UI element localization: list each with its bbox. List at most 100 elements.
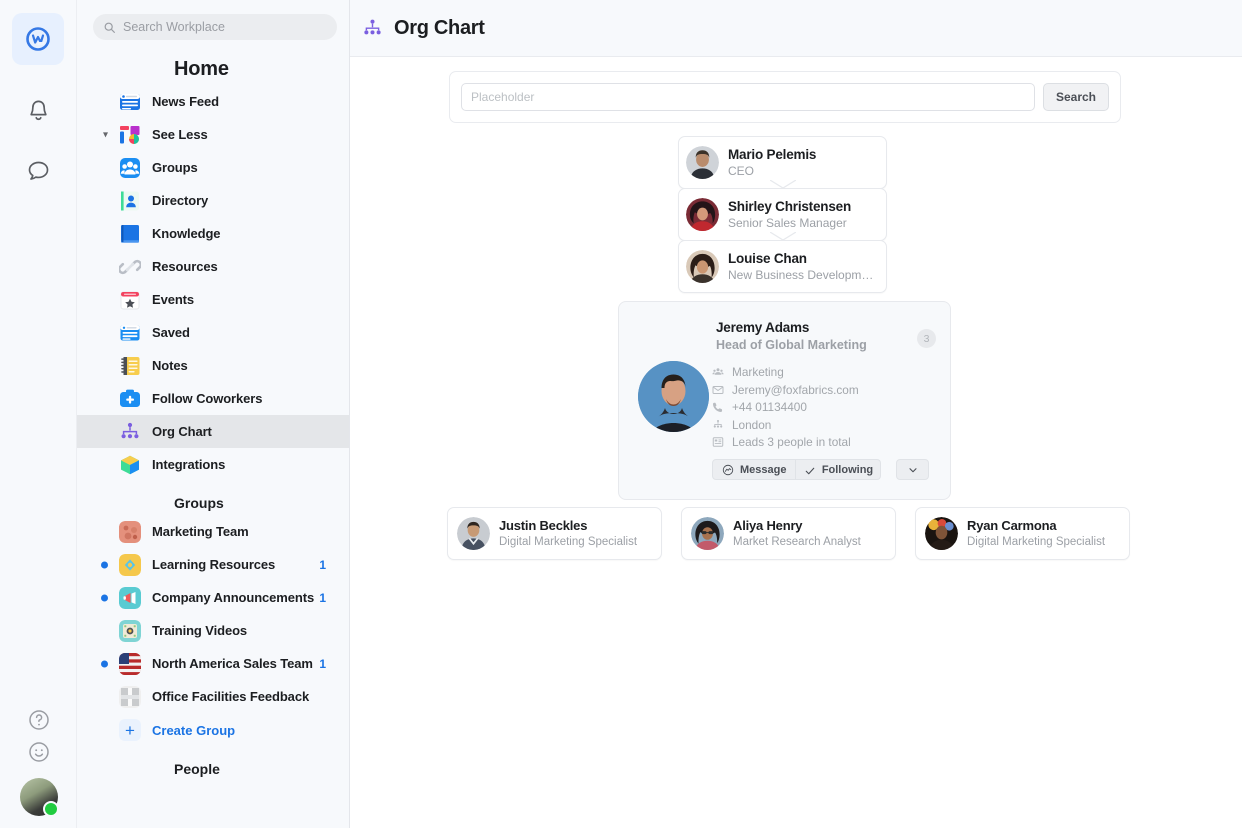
- person-role: Market Research Analyst: [733, 535, 861, 548]
- person-name: Shirley Christensen: [728, 198, 851, 214]
- org-chain-card[interactable]: Louise Chan New Business Developmen...: [678, 240, 887, 293]
- focus-action-row: Message Following: [712, 459, 930, 480]
- message-button[interactable]: Message: [712, 459, 797, 480]
- direct-report-card[interactable]: Aliya Henry Market Research Analyst: [681, 507, 896, 560]
- unread-count: 1: [319, 590, 326, 605]
- direct-report-card[interactable]: Ryan Carmona Digital Marketing Specialist: [915, 507, 1130, 560]
- sidebar-item-label: Directory: [152, 193, 209, 208]
- report-card-text: Ryan Carmona Digital Marketing Specialist: [967, 517, 1105, 549]
- sidebar-item-label: Resources: [152, 259, 218, 274]
- group-avatar-icon: [119, 619, 141, 642]
- chat-button[interactable]: [12, 145, 64, 197]
- sidebar-group-office-facilities-feedback[interactable]: Office Facilities Feedback: [77, 680, 349, 713]
- sidebar-item-label: Knowledge: [152, 226, 221, 241]
- notifications-button[interactable]: [12, 85, 64, 137]
- sidebar-group-label: Company Announcements: [152, 590, 315, 605]
- knowledge-icon: [121, 224, 139, 243]
- person-avatar: [457, 517, 490, 550]
- sidebar-item-notes[interactable]: Notes: [77, 349, 349, 382]
- smiley-icon[interactable]: [27, 740, 51, 764]
- detail-row: Jeremy@foxfabrics.com: [712, 382, 859, 399]
- detail-row: London: [712, 417, 859, 434]
- sidebar-item-resources[interactable]: Resources: [77, 250, 349, 283]
- detail-text: Jeremy@foxfabrics.com: [732, 382, 859, 397]
- sidebar-item-label: News Feed: [152, 94, 220, 109]
- sidebar-item-directory[interactable]: Directory: [77, 184, 349, 217]
- sidebar-item-follow-coworkers[interactable]: Follow Coworkers: [77, 382, 349, 415]
- person-name: Aliya Henry: [733, 518, 803, 534]
- more-actions-button[interactable]: [896, 459, 930, 480]
- sidebar-group-learning-resources[interactable]: Learning Resources 1: [77, 548, 349, 581]
- direct-report-card[interactable]: Justin Beckles Digital Marketing Speciali…: [447, 507, 662, 560]
- help-circle-icon[interactable]: [27, 708, 51, 732]
- org-chain-card[interactable]: Mario Pelemis CEO: [678, 136, 887, 189]
- unread-dot: [101, 594, 108, 601]
- check-icon: [805, 467, 815, 474]
- sidebar-group-label: Marketing Team: [152, 524, 249, 539]
- home-title: Home: [174, 58, 229, 80]
- detail-row: +44 01134400: [712, 399, 859, 416]
- detail-text: Leads 3 people in total: [732, 435, 851, 450]
- events-icon: [120, 291, 140, 309]
- notes-icon: [121, 356, 140, 375]
- person-role: Digital Marketing Specialist: [499, 535, 638, 548]
- sidebar-group-marketing-team[interactable]: Marketing Team: [77, 515, 349, 548]
- sidebar-item-saved[interactable]: Saved: [77, 316, 349, 349]
- focus-person-avatar: [638, 361, 709, 432]
- person-avatar: [686, 198, 719, 231]
- email-icon: [712, 385, 724, 394]
- search-input[interactable]: Search Workplace: [93, 14, 337, 40]
- sidebar-group-training-videos[interactable]: Training Videos: [77, 614, 349, 647]
- location-icon: [713, 419, 723, 428]
- org-chain-card[interactable]: Shirley Christensen Senior Sales Manager: [678, 188, 887, 241]
- workplace-logo-button[interactable]: [12, 13, 64, 65]
- unread-count: 1: [319, 557, 326, 572]
- person-name: Mario Pelemis: [728, 146, 817, 162]
- sidebar-group-company-announcements[interactable]: Company Announcements 1: [77, 581, 349, 614]
- app-root: Search Workplace Home News Feed ▾ See Less…: [0, 0, 1242, 828]
- org-search-panel: Placeholder Search: [449, 71, 1121, 123]
- following-label: Following: [821, 464, 874, 476]
- person-role: CEO: [728, 163, 755, 178]
- org-chart-icon: [121, 422, 139, 438]
- org-chart-body: Placeholder Search Mario Pelemis CEO Shirl…: [350, 71, 1242, 828]
- focused-person-card[interactable]: Jeremy Adams Head of Global Marketing 3 …: [618, 301, 951, 500]
- sidebar-item-integrations[interactable]: Integrations: [77, 448, 349, 481]
- direct-reports-badge[interactable]: 3: [917, 329, 936, 348]
- sidebar-item-events[interactable]: Events: [77, 283, 349, 316]
- sidebar-item-label: Notes: [152, 358, 188, 373]
- avatar-portrait-icon: [638, 361, 709, 432]
- user-avatar[interactable]: [19, 778, 59, 817]
- chain-card-text: Louise Chan New Business Developmen...: [728, 250, 880, 284]
- create-group-label: Create Group: [152, 722, 236, 738]
- following-button[interactable]: Following: [796, 459, 882, 480]
- group-avatar-icon: [119, 685, 141, 708]
- org-search-input[interactable]: Placeholder: [461, 83, 1035, 111]
- org-search-button[interactable]: Search: [1042, 83, 1109, 111]
- chain-card-text: Mario Pelemis CEO: [728, 146, 816, 180]
- sidebar-groups: Marketing Team Learning Resources 1 Company…: [77, 515, 349, 713]
- page-header: Org Chart: [350, 0, 1242, 57]
- team-icon: [712, 368, 724, 375]
- focus-person-name: Jeremy Adams: [716, 320, 810, 335]
- groups-icon: [120, 157, 140, 178]
- sidebar-item-knowledge[interactable]: Knowledge: [77, 217, 349, 250]
- sidebar-group-label: Office Facilities Feedback: [152, 689, 310, 704]
- chevron-down-icon[interactable]: ▾: [103, 129, 108, 140]
- sidebar-item-groups[interactable]: Groups: [77, 151, 349, 184]
- person-avatar: [925, 517, 958, 550]
- create-group-button[interactable]: + Create Group: [77, 713, 349, 747]
- person-name: Louise Chan: [728, 250, 807, 266]
- workplace-logo-icon: [26, 27, 50, 51]
- chevron-down-icon: [909, 467, 917, 472]
- person-name: Ryan Carmona: [967, 518, 1057, 534]
- sidebar-item-label: Org Chart: [152, 424, 212, 439]
- sidebar-item-org-chart[interactable]: Org Chart: [77, 415, 349, 448]
- sidebar-item-label: Groups: [152, 160, 198, 175]
- resources-icon: [119, 259, 141, 274]
- org-chain: Mario Pelemis CEO Shirley Christensen Senio…: [678, 136, 887, 293]
- sidebar-item-news-feed[interactable]: News Feed: [77, 85, 349, 118]
- org-chart-icon: [364, 19, 381, 34]
- sidebar-group-north-america-sales-team[interactable]: North America Sales Team 1: [77, 647, 349, 680]
- sidebar-item-see-less[interactable]: ▾ See Less: [77, 118, 349, 151]
